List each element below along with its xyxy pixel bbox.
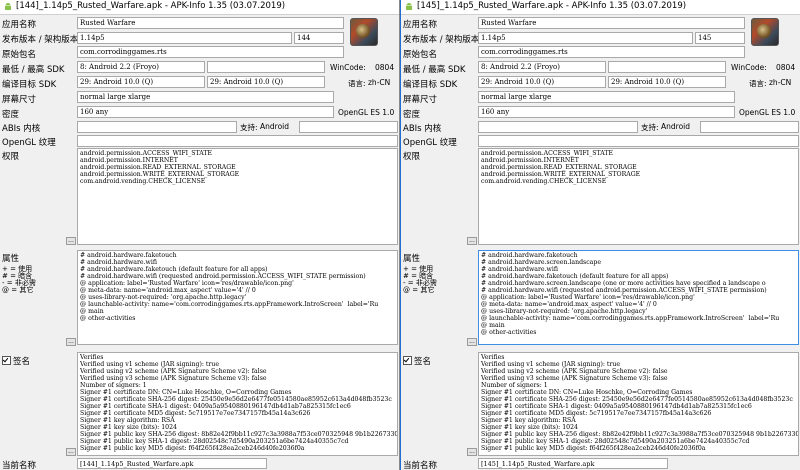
target-sdk-field[interactable]: 29: Android 10.0 (Q): [77, 76, 205, 88]
wincode-label: WinCode:: [330, 63, 366, 72]
android-icon: [5, 3, 11, 10]
features-label: 属性: [403, 254, 421, 264]
app-name-field[interactable]: Rusted Warfare: [478, 17, 745, 29]
app-icon: [350, 18, 378, 46]
screens-label: 屏幕尺寸: [403, 95, 438, 105]
app-name-field[interactable]: Rusted Warfare: [77, 17, 344, 29]
package-field[interactable]: com.corrodinggames.rts: [478, 46, 745, 58]
opengl-textures-field[interactable]: [77, 135, 398, 147]
wincode-label: WinCode:: [731, 63, 767, 72]
permissions-more-button[interactable]: ...: [467, 237, 477, 245]
wincode-value: 0804: [375, 63, 395, 72]
min-sdk-label: 最低 / 最高 SDK: [2, 65, 65, 75]
support-label: 支持:: [641, 123, 659, 132]
support-field[interactable]: [700, 121, 799, 133]
screens-label: 屏幕尺寸: [2, 95, 37, 105]
language-value: zh-CN: [769, 78, 792, 87]
support-value: Android: [661, 122, 690, 131]
max-sdk-field[interactable]: [207, 61, 325, 73]
signature-checkbox[interactable]: [403, 356, 412, 365]
version-label: 发布版本 / 架构版本: [2, 35, 79, 45]
language-value: zh-CN: [368, 78, 391, 87]
signature-more-button[interactable]: ...: [467, 448, 477, 456]
wincode-value: 0804: [776, 63, 796, 72]
max-sdk-field[interactable]: [608, 61, 726, 73]
compile-sdk-field[interactable]: 29: Android 10.0 (Q): [608, 76, 726, 88]
legend-other: @ = 其它: [403, 286, 435, 294]
density-label: 密度: [2, 110, 20, 120]
target-sdk-label: 编译目标 SDK: [403, 80, 458, 90]
signature-checkbox-row[interactable]: 签名: [403, 355, 431, 367]
features-field[interactable]: # android.hardware.faketouch # android.h…: [77, 250, 398, 345]
signature-checkbox[interactable]: [2, 356, 11, 365]
target-sdk-label: 编译目标 SDK: [2, 80, 57, 90]
opengl-textures-label: OpenGL 纹理: [2, 138, 56, 148]
title-bar[interactable]: [145]_1.14p5_Rusted_Warfare.apk - APK-In…: [401, 0, 800, 15]
version-name-field[interactable]: 1.14p5: [478, 32, 693, 44]
language-label: 语言:: [749, 79, 767, 88]
language-label: 语言:: [348, 79, 366, 88]
density-label: 密度: [403, 110, 421, 120]
opengl-value: OpenGL ES 1.0: [338, 108, 395, 117]
title-bar[interactable]: [144]_1.14p5_Rusted_Warfare.apk - APK-In…: [0, 0, 399, 15]
signature-label: 签名: [13, 357, 31, 367]
target-sdk-field[interactable]: 29: Android 10.0 (Q): [478, 76, 606, 88]
compile-sdk-field[interactable]: 29: Android 10.0 (Q): [207, 76, 325, 88]
permissions-field[interactable]: android.permission.ACCESS_WIFI_STATE and…: [478, 148, 799, 245]
window-title: [144]_1.14p5_Rusted_Warfare.apk - APK-In…: [16, 1, 286, 11]
permissions-field[interactable]: android.permission.ACCESS_WIFI_STATE and…: [77, 148, 398, 245]
density-field[interactable]: 160 any: [478, 106, 735, 118]
package-label: 原始包名: [2, 50, 37, 60]
current-file-field[interactable]: [144]_1.14p5_Rusted_Warfare.apk: [77, 458, 267, 469]
apk-info-window-145[interactable]: [145]_1.14p5_Rusted_Warfare.apk - APK-In…: [400, 0, 800, 470]
min-sdk-field[interactable]: 8: Android 2.2 (Froyo): [77, 61, 205, 73]
legend-other: @ = 其它: [2, 286, 34, 294]
current-file-field[interactable]: [145]_1.14p5_Rusted_Warfare.apk: [478, 458, 668, 469]
package-label: 原始包名: [403, 50, 438, 60]
signature-field[interactable]: Verifies Verified using v1 scheme (JAR s…: [478, 352, 799, 456]
opengl-textures-label: OpenGL 纹理: [403, 138, 457, 148]
abis-field[interactable]: [77, 121, 237, 133]
screens-field[interactable]: normal large xlarge: [77, 91, 334, 103]
package-field[interactable]: com.corrodinggames.rts: [77, 46, 344, 58]
abis-label: ABIs 内核: [403, 124, 442, 134]
current-file-label: 当前名称: [2, 461, 37, 470]
app-icon: [751, 18, 779, 46]
window-title: [145]_1.14p5_Rusted_Warfare.apk - APK-In…: [417, 1, 687, 11]
screens-field[interactable]: normal large xlarge: [478, 91, 735, 103]
signature-field[interactable]: Verifies Verified using v1 scheme (JAR s…: [77, 352, 398, 456]
current-file-label: 当前名称: [403, 461, 438, 470]
android-icon: [406, 3, 412, 10]
abis-label: ABIs 内核: [2, 124, 41, 134]
opengl-value: OpenGL ES 1.0: [739, 108, 796, 117]
version-label: 发布版本 / 架构版本: [403, 35, 480, 45]
permissions-label: 权限: [403, 152, 421, 162]
features-more-button[interactable]: ...: [66, 338, 76, 346]
version-name-field[interactable]: 1.14p5: [77, 32, 292, 44]
signature-more-button[interactable]: ...: [66, 448, 76, 456]
support-field[interactable]: [299, 121, 398, 133]
support-value: Android: [260, 122, 289, 131]
abis-field[interactable]: [478, 121, 638, 133]
apk-info-window-144[interactable]: [144]_1.14p5_Rusted_Warfare.apk - APK-In…: [0, 0, 400, 470]
features-more-button[interactable]: ...: [467, 338, 477, 346]
min-sdk-label: 最低 / 最高 SDK: [403, 65, 466, 75]
app-name-label: 应用名称: [2, 20, 37, 30]
permissions-label: 权限: [2, 152, 20, 162]
features-field[interactable]: # android.hardware.faketouch # android.h…: [478, 250, 799, 345]
app-name-label: 应用名称: [403, 20, 438, 30]
support-label: 支持:: [240, 123, 258, 132]
signature-checkbox-row[interactable]: 签名: [2, 355, 30, 367]
density-field[interactable]: 160 any: [77, 106, 334, 118]
version-code-field[interactable]: 145: [695, 32, 745, 44]
permissions-more-button[interactable]: ...: [66, 237, 76, 245]
features-label: 属性: [2, 254, 20, 264]
signature-label: 签名: [414, 357, 432, 367]
opengl-textures-field[interactable]: [478, 135, 799, 147]
version-code-field[interactable]: 144: [294, 32, 344, 44]
min-sdk-field[interactable]: 8: Android 2.2 (Froyo): [478, 61, 606, 73]
